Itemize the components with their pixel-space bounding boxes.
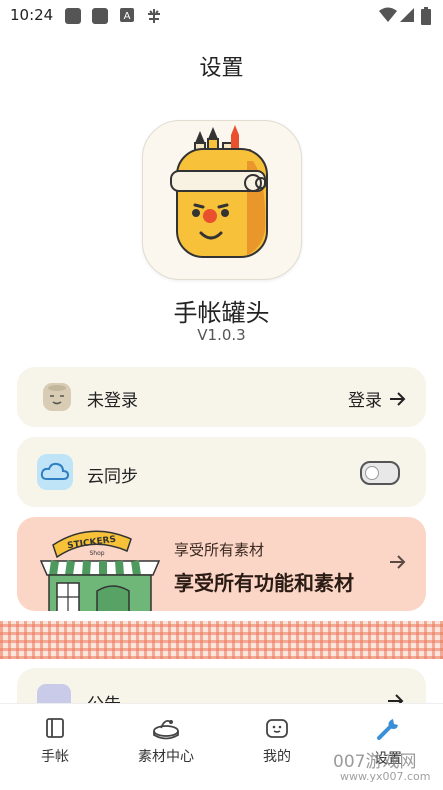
gallery-notification-icon bbox=[65, 8, 81, 24]
login-status-label: 未登录 bbox=[87, 391, 138, 411]
nav-label-mine: 我的 bbox=[263, 749, 291, 765]
login-button[interactable]: 登录 bbox=[348, 386, 408, 411]
svg-text:A: A bbox=[124, 11, 131, 22]
wrench-icon bbox=[377, 719, 398, 740]
cloud-sync-label: 云同步 bbox=[87, 467, 138, 487]
arrow-right-icon bbox=[390, 391, 406, 406]
signal-icon bbox=[400, 8, 414, 22]
decorative-gingham-strip bbox=[0, 621, 443, 659]
app-icon bbox=[142, 120, 302, 280]
notebook-icon bbox=[46, 718, 64, 738]
watermark-url: www.yx007.com bbox=[340, 770, 431, 783]
premium-subtitle: 享受所有素材 bbox=[174, 541, 265, 559]
nav-item-mine[interactable]: 我的 bbox=[222, 716, 332, 766]
app-version: V1.0.3 bbox=[197, 326, 246, 344]
bug-icon bbox=[148, 9, 160, 23]
battery-icon bbox=[421, 7, 431, 25]
cloud-sync-card: 云同步 bbox=[17, 437, 426, 507]
toggle-knob bbox=[365, 466, 379, 480]
status-time: 10:24 bbox=[10, 6, 54, 24]
nav-item-material-center[interactable]: 素材中心 bbox=[111, 716, 221, 766]
a-notification-icon: A bbox=[120, 8, 134, 22]
account-card[interactable]: 未登录 登录 bbox=[17, 367, 426, 427]
app-name: 手帐罐头 bbox=[173, 299, 270, 327]
material-center-icon bbox=[153, 719, 179, 740]
premium-title: 享受所有功能和素材 bbox=[174, 571, 354, 595]
arrow-right-icon bbox=[390, 555, 406, 569]
avatar bbox=[43, 383, 71, 411]
jar-mascot-icon bbox=[170, 125, 268, 258]
gallery-notification-icon bbox=[92, 8, 108, 24]
cloud-icon bbox=[37, 454, 73, 490]
page-title: 设置 bbox=[199, 56, 244, 81]
premium-banner[interactable]: STICKERS Shop 享受所有素材 享受所有功能和素材 bbox=[17, 517, 426, 611]
status-bar: 10:24 A bbox=[0, 0, 443, 32]
sticker-shop-icon: STICKERS Shop bbox=[39, 530, 161, 611]
shop-sign-sub: Shop bbox=[89, 550, 104, 557]
wifi-icon bbox=[379, 7, 397, 22]
nav-item-notebook[interactable]: 手帐 bbox=[0, 716, 110, 766]
login-button-label: 登录 bbox=[348, 391, 382, 411]
watermark: 007游戏网 bbox=[333, 752, 417, 772]
nav-label-notebook: 手帐 bbox=[41, 749, 69, 765]
face-icon bbox=[266, 719, 288, 738]
nav-label-material-center: 素材中心 bbox=[138, 749, 194, 765]
cloud-sync-toggle[interactable] bbox=[360, 461, 400, 485]
